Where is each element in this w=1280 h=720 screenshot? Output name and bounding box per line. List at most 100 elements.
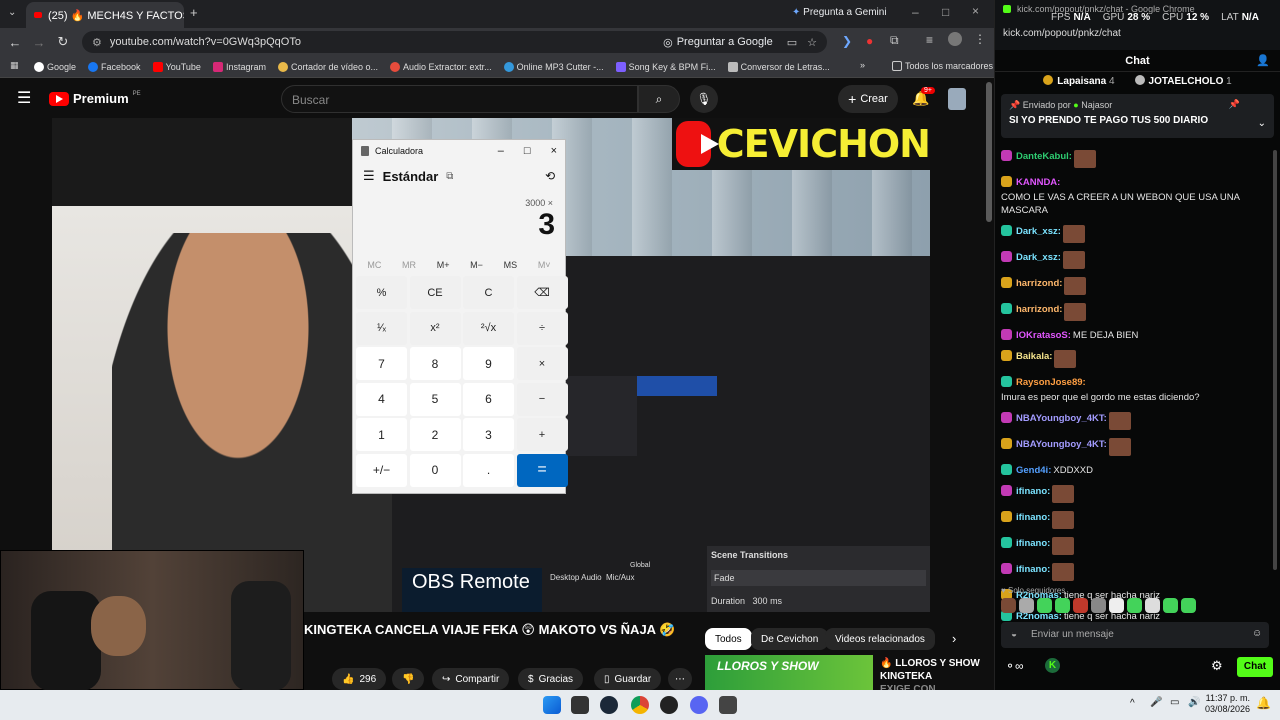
tab-list-icon[interactable]: ⌄ (8, 7, 16, 18)
chat-username[interactable]: RaysonJose89: (1016, 376, 1086, 389)
clear-entry-key[interactable]: CE (409, 276, 461, 309)
digit-4-key[interactable]: 4 (356, 382, 407, 416)
suggested-video-title[interactable]: 🔥 LLOROS Y SHOW KINGTEKA EXIGE CON... (880, 657, 980, 691)
equals-key[interactable]: = (516, 453, 568, 487)
cast-icon[interactable]: ▭ (787, 36, 797, 49)
chat-username[interactable]: ifinano: (1016, 485, 1050, 498)
steam-icon[interactable] (600, 696, 618, 714)
account-avatar[interactable] (948, 88, 966, 110)
forward-icon[interactable]: → (27, 35, 51, 50)
create-button[interactable]: + Crear (838, 85, 898, 113)
square-root-key[interactable]: ²√x (463, 311, 514, 345)
history-icon[interactable]: ⟲ (545, 169, 555, 183)
chat-username[interactable]: ifinano: (1016, 537, 1050, 550)
ask-google-button[interactable]: ◎ Preguntar a Google (663, 36, 773, 49)
emote-icon[interactable] (1127, 598, 1142, 613)
emote-icon[interactable] (1163, 598, 1178, 613)
search-button[interactable]: ⌕ (638, 85, 680, 113)
chat-username[interactable]: Dark_xsz: (1016, 225, 1061, 238)
maximize-icon[interactable]: □ (942, 5, 949, 19)
mr-button[interactable]: MR (402, 260, 416, 270)
top-gifter-1[interactable]: Lapaisana 4 (1043, 75, 1115, 87)
chat-input[interactable]: Enviar un mensaje (1001, 622, 1269, 648)
chrome-icon[interactable] (631, 696, 649, 714)
calc-minimize-icon[interactable]: – (498, 145, 504, 157)
user-settings-icon[interactable]: 👤 (1256, 54, 1270, 67)
kick-k-icon[interactable]: K (1045, 658, 1060, 673)
chip-all[interactable]: Todos (705, 628, 752, 650)
chat-username[interactable]: Dark_xsz: (1016, 251, 1061, 264)
thanks-button[interactable]: $ Gracias (518, 668, 584, 690)
more-actions-button[interactable]: ⋯ (668, 668, 692, 690)
emote-icon[interactable] (1001, 598, 1016, 613)
tray-overflow-icon[interactable]: ^ (1130, 698, 1135, 709)
system-clock[interactable]: 11:37 p. m. 03/08/2026 (1205, 693, 1250, 715)
chip-from-cevichon[interactable]: De Cevichon (751, 628, 829, 650)
bookmark-video-cutter[interactable]: Cortador de vídeo o... (277, 61, 378, 72)
digit-1-key[interactable]: 1 (356, 418, 407, 451)
negate-key[interactable]: +/− (356, 453, 407, 487)
emote-icon[interactable] (1019, 598, 1034, 613)
top-gifter-2[interactable]: JOTAELCHOLO 1 (1134, 75, 1232, 87)
emote-icon[interactable] (1037, 598, 1052, 613)
chat-username[interactable]: harrizond: (1016, 277, 1062, 290)
multiply-key[interactable]: × (516, 347, 568, 380)
chat-username[interactable]: ifinano: (1016, 563, 1050, 576)
media-control-icon[interactable]: ≡ (926, 33, 933, 47)
tab-youtube[interactable]: (25) 🔥 MECH4S Y FACTOS 🔥 SI × (26, 2, 184, 28)
hamburger-menu-icon[interactable]: ☰ (17, 88, 31, 108)
browser-menu-icon[interactable]: ⋮ (974, 32, 986, 46)
digit-3-key[interactable]: 3 (463, 418, 514, 451)
bookmark-star-icon[interactable]: ☆ (807, 36, 817, 49)
calculator-taskbar-icon[interactable] (719, 696, 737, 714)
chat-username[interactable]: harrizond: (1016, 303, 1062, 316)
emote-icon[interactable] (1145, 598, 1160, 613)
site-info-icon[interactable]: ⚙ (92, 36, 102, 49)
percent-key[interactable]: % (356, 276, 407, 309)
subtract-key[interactable]: − (516, 382, 568, 416)
backspace-key[interactable]: ⌫ (516, 276, 568, 309)
obs-icon[interactable] (660, 696, 678, 714)
emote-icon[interactable] (1181, 598, 1196, 613)
chat-scrollbar[interactable] (1273, 150, 1277, 570)
suggested-video-thumbnail[interactable]: LLOROS Y SHOW (705, 655, 873, 690)
calculator-titlebar[interactable]: Calculadora – □ × (353, 140, 565, 162)
emote-icon[interactable] (1055, 598, 1070, 613)
dislike-button[interactable]: 👎 (392, 668, 425, 690)
chips-next-icon[interactable]: › (952, 631, 956, 646)
bookmark-letter-converter[interactable]: Conversor de Letras... (727, 61, 830, 72)
chat-username[interactable]: NBAYoungboy_4KT: (1016, 412, 1107, 425)
search-input[interactable]: Buscar (281, 85, 638, 113)
digit-7-key[interactable]: 7 (356, 347, 407, 380)
mc-button[interactable]: MC (367, 260, 381, 270)
decimal-key[interactable]: . (463, 453, 514, 487)
square-key[interactable]: x² (409, 311, 461, 345)
bookmark-facebook[interactable]: Facebook (88, 61, 141, 72)
apps-grid-icon[interactable]: ▦ (10, 60, 19, 71)
new-tab-icon[interactable]: + (190, 5, 198, 20)
page-scrollbar[interactable] (986, 82, 992, 222)
extensions-puzzle-icon[interactable]: ⧉ (890, 33, 899, 48)
voice-search-button[interactable]: 🎙 (690, 85, 718, 113)
bookmark-audio-extractor[interactable]: Audio Extractor: extr... (390, 61, 492, 72)
bookmark-google[interactable]: Google (34, 61, 76, 72)
digit-9-key[interactable]: 9 (463, 347, 514, 380)
reload-icon[interactable]: ↻ (51, 34, 75, 50)
unpin-icon[interactable]: 📌 (1229, 99, 1240, 110)
network-icon[interactable]: ▭ (1170, 697, 1179, 708)
more-bookmarks-icon[interactable]: » (860, 60, 865, 70)
profile-avatar[interactable] (948, 32, 962, 46)
discord-icon[interactable] (690, 696, 708, 714)
m-minus-button[interactable]: M− (470, 260, 483, 270)
emote-icon[interactable] (1109, 598, 1124, 613)
chat-username[interactable]: Baikala: (1016, 350, 1052, 363)
keep-on-top-icon[interactable]: ⧉ (446, 171, 453, 182)
volume-icon[interactable]: 🔊 (1188, 697, 1200, 708)
emoji-picker-icon[interactable]: ☺ (1252, 628, 1262, 639)
ask-gemini-button[interactable]: ✦ Pregunta a Gemini (792, 7, 887, 18)
nav-menu-icon[interactable]: ☰ (363, 168, 375, 184)
digit-5-key[interactable]: 5 (409, 382, 461, 416)
chat-settings-gear-icon[interactable]: ⚙ (1211, 658, 1223, 674)
chat-username[interactable]: NBAYoungboy_4KT: (1016, 438, 1107, 451)
digit-2-key[interactable]: 2 (409, 418, 461, 451)
